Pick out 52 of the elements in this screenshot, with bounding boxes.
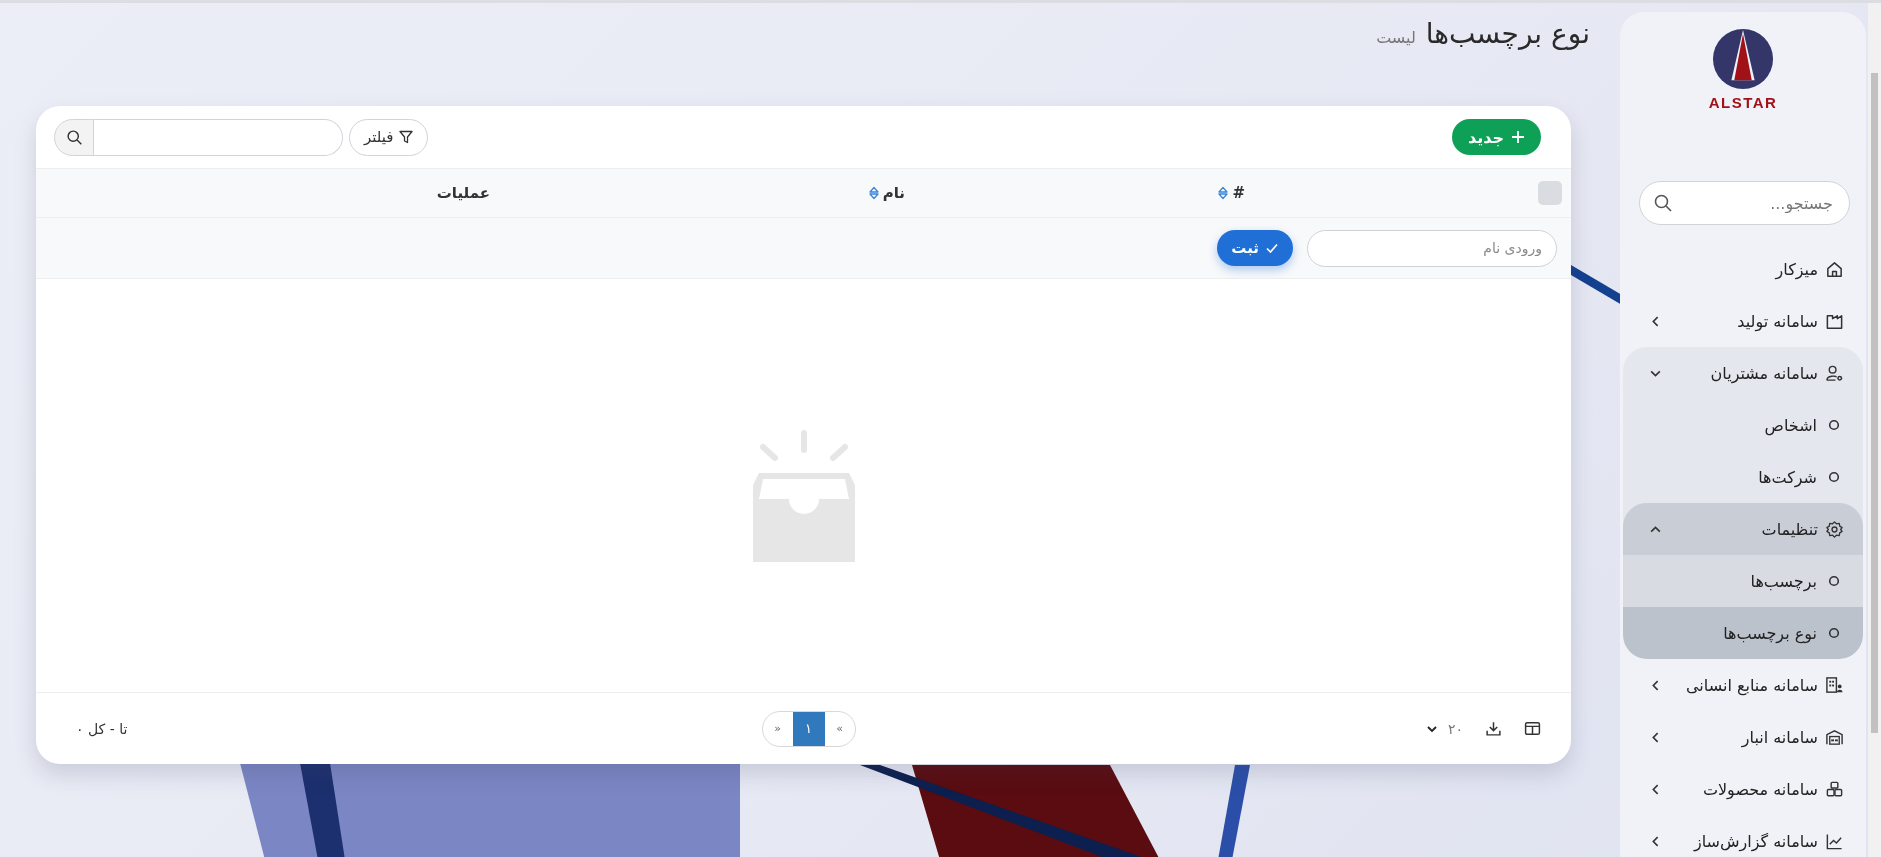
page-size-select[interactable]: ۲۰	[1425, 720, 1463, 737]
record-summary: تا - کل ۰	[76, 720, 129, 737]
gear-icon	[1825, 519, 1844, 539]
sidebar-item[interactable]: سامانه منابع انسانی	[1623, 659, 1863, 711]
name-input[interactable]: ورودی نام	[1307, 229, 1557, 267]
sidebar-item[interactable]: سامانه گزارش‌ساز	[1623, 815, 1863, 857]
column-header[interactable]: #	[1232, 184, 1245, 202]
submit-button[interactable]: ثبت	[1217, 230, 1293, 266]
page-button[interactable]: ۱	[792, 711, 825, 746]
user-gear-icon	[1825, 363, 1844, 383]
search-icon	[65, 128, 83, 146]
sidebar-item[interactable]: سامانه محصولات	[1623, 763, 1863, 815]
search-icon	[1653, 193, 1673, 213]
page-subtitle: لیست	[1376, 28, 1416, 47]
sort-icon[interactable]	[868, 186, 879, 200]
sidebar-item[interactable]: تنظیمات	[1623, 503, 1863, 555]
sidebar-item[interactable]: نوع برچسب‌ها	[1623, 607, 1863, 659]
check-icon	[1265, 241, 1279, 255]
sidebar-item[interactable]: شرکت‌ها	[1623, 451, 1863, 503]
building-person-icon	[1825, 675, 1844, 695]
sidebar-item[interactable]: سامانه تولید	[1623, 295, 1863, 347]
circle-icon	[1828, 575, 1840, 587]
filter-button[interactable]: فیلتر	[349, 118, 429, 156]
sidebar-item[interactable]: میزکار	[1623, 243, 1863, 295]
sidebar-item[interactable]: اشخاص	[1623, 399, 1863, 451]
warehouse-icon	[1825, 727, 1844, 747]
boxes-icon	[1825, 779, 1844, 799]
scrollbar[interactable]	[1868, 3, 1881, 857]
line-chart-icon	[1825, 831, 1844, 851]
select-all-checkbox[interactable]	[1538, 181, 1562, 205]
filter-icon	[399, 130, 414, 144]
download-icon[interactable]	[1485, 720, 1502, 737]
page-arrow-button[interactable]: »	[824, 722, 855, 735]
circle-icon	[1828, 419, 1840, 431]
circle-icon	[1828, 471, 1840, 483]
page-title: نوع برچسب‌ها	[1425, 17, 1590, 50]
columns-icon[interactable]	[1524, 720, 1541, 737]
home-icon	[1825, 259, 1844, 279]
diagonal-stripe	[1571, 265, 1622, 305]
logo-icon	[1712, 28, 1774, 90]
search-field[interactable]: جستجو...	[1639, 181, 1850, 225]
logo-text: ALSTAR	[1708, 94, 1778, 111]
plus-icon	[1511, 130, 1525, 144]
search-button[interactable]	[54, 118, 94, 156]
search-field[interactable]	[94, 118, 343, 156]
sidebar-item[interactable]: سامانه مشتریان	[1623, 347, 1863, 399]
circle-icon	[1828, 627, 1840, 639]
column-header[interactable]: نام	[882, 184, 905, 202]
sort-icon[interactable]	[1218, 186, 1229, 200]
column-header: عملیات	[436, 184, 490, 202]
page-arrow-button[interactable]: «	[762, 722, 793, 735]
sidebar-item[interactable]: سامانه انبار	[1623, 711, 1863, 763]
